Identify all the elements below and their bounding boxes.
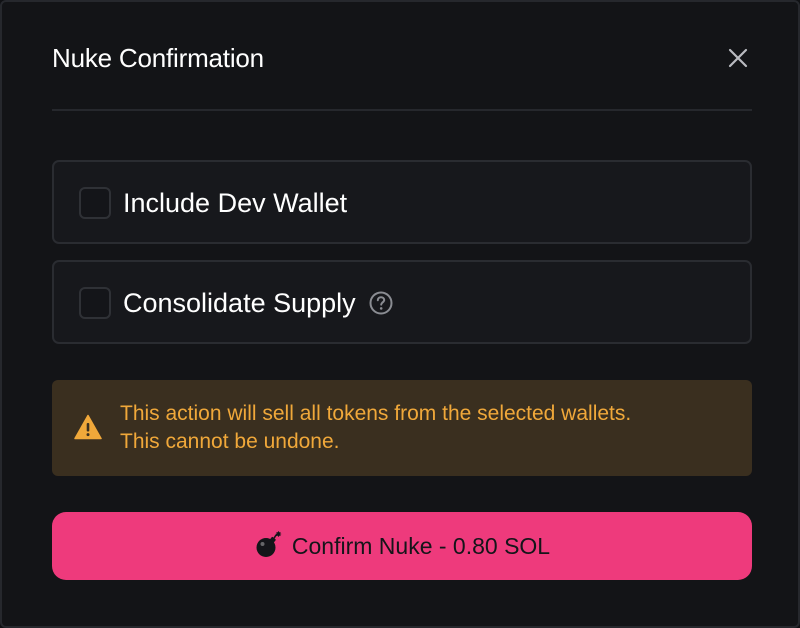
consolidate-supply-help[interactable]	[368, 290, 394, 316]
close-button[interactable]	[726, 46, 750, 70]
warning-line-1: This action will sell all tokens from th…	[120, 402, 632, 425]
option-include-dev-wallet[interactable]: Include Dev Wallet	[52, 160, 752, 244]
warning-icon-wrap	[74, 414, 102, 440]
include-dev-wallet-label: Include Dev Wallet	[123, 188, 348, 218]
question-circle-icon	[369, 291, 393, 315]
close-icon	[728, 48, 748, 68]
modal-header: Nuke Confirmation	[52, 42, 752, 78]
header-divider	[52, 109, 752, 111]
warning-line-2: This cannot be undone.	[120, 430, 340, 453]
nuke-confirmation-modal: Nuke Confirmation Include Dev Wallet Con…	[0, 0, 800, 628]
consolidate-supply-label: Consolidate Supply	[123, 288, 356, 318]
confirm-button-content: Confirm Nuke - 0.80 SOL	[52, 512, 752, 580]
option-consolidate-supply[interactable]: Consolidate Supply	[52, 260, 752, 344]
bomb-icon	[256, 531, 282, 557]
confirm-nuke-button[interactable]: Confirm Nuke - 0.80 SOL	[52, 512, 752, 580]
consolidate-supply-checkbox[interactable]	[79, 287, 111, 319]
warning-message: This action will sell all tokens from th…	[120, 400, 740, 456]
warning-banner: This action will sell all tokens from th…	[52, 380, 752, 476]
include-dev-wallet-checkbox[interactable]	[79, 187, 111, 219]
warning-triangle-icon	[74, 414, 102, 440]
modal-title: Nuke Confirmation	[52, 43, 264, 73]
confirm-button-label: Confirm Nuke - 0.80 SOL	[291, 532, 551, 559]
